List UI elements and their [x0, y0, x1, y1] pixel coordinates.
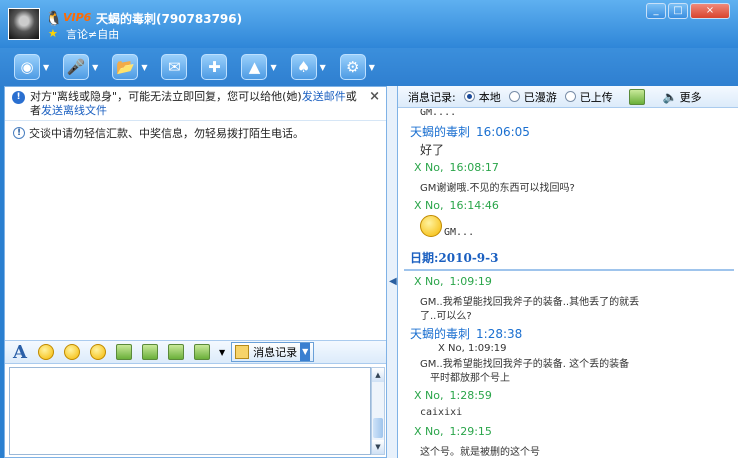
info-icon: !	[13, 127, 25, 139]
radio-local[interactable]: 本地	[463, 89, 501, 105]
export-icon[interactable]	[628, 88, 645, 105]
panel-splitter[interactable]: ◀	[387, 86, 397, 458]
shake-icon[interactable]	[89, 343, 107, 361]
chevron-down-icon[interactable]: ▼	[320, 63, 326, 72]
magic-emoji-icon[interactable]	[63, 343, 81, 361]
log-sender-line: X No, 1:29:15	[414, 425, 492, 438]
message-record-icon	[235, 345, 250, 359]
input-toolbar: A ▼ 消息记录 ▼	[5, 340, 386, 364]
star-icon: ★	[48, 27, 58, 40]
log-line: X No, 1:09:19	[438, 343, 507, 354]
chevron-down-icon[interactable]: ▼	[219, 348, 225, 357]
scroll-down-icon[interactable]: ▼	[372, 440, 384, 454]
qq-status-icon: 🐧	[45, 11, 63, 27]
collapse-arrow-icon[interactable]: ◀	[389, 276, 397, 287]
message-record-label: 消息记录	[253, 346, 298, 359]
log-line: 好了	[420, 143, 445, 157]
log-sender-line: X No, 16:08:17	[414, 161, 499, 174]
date-divider	[404, 269, 734, 271]
chevron-down-icon[interactable]: ▼	[300, 343, 311, 361]
webcam-icon[interactable]: ◉	[14, 54, 40, 80]
chat-panel: ! 对方"离线或隐身"，可能无法立即回复，您可以给他(她)发送邮件或者发送离线文…	[4, 86, 387, 458]
notice-text: 对方"离线或隐身"，可能无法立即回复，您可以给他(她)	[30, 90, 302, 103]
log-line: GM...	[444, 227, 475, 238]
maximize-button[interactable]: □	[668, 3, 688, 19]
close-icon[interactable]: ×	[369, 89, 380, 104]
emoji-icon[interactable]	[37, 343, 55, 361]
chevron-down-icon[interactable]: ▼	[270, 63, 276, 72]
log-sender-line: X No, 1:28:59	[414, 389, 492, 402]
log-line: 这个号。就是被删的这个号	[420, 447, 540, 458]
history-panel: 消息记录: 本地 已漫游 已上传 🔈 更多 GM.... 天蝎的毒刺 16:06:…	[397, 86, 738, 458]
doodle-icon[interactable]	[141, 343, 159, 361]
scroll-up-icon[interactable]: ▲	[372, 368, 384, 382]
fraud-warning-text: 交谈中请勿轻信汇款、中奖信息，勿轻易拨打陌生电话。	[29, 127, 304, 140]
speaker-icon[interactable]: 🔈	[663, 90, 678, 104]
screenshot-icon[interactable]	[193, 343, 211, 361]
history-label: 消息记录:	[408, 90, 456, 104]
folder-icon[interactable]: 📂	[112, 54, 139, 80]
vip-badge: VIP6	[63, 11, 92, 24]
offline-notice: ! 对方"离线或隐身"，可能无法立即回复，您可以给他(她)发送邮件或者发送离线文…	[5, 87, 386, 121]
log-sender-line: X No, 1:09:19	[414, 275, 492, 288]
fraud-warning: ! 交谈中请勿轻信汇款、中奖信息，勿轻易拨打陌生电话。	[13, 125, 304, 141]
contact-nickname: 天蝎的毒刺(790783796)	[96, 12, 243, 26]
info-icon: !	[12, 91, 25, 104]
close-button[interactable]: ×	[690, 3, 730, 19]
log-sender-line: 天蝎的毒刺 16:06:05	[410, 125, 530, 139]
chevron-down-icon[interactable]: ▼	[141, 63, 147, 72]
contact-signature: 言论≠自由	[66, 28, 120, 41]
share-icon[interactable]: ▲	[241, 54, 268, 80]
log-line: caixixi	[420, 407, 463, 418]
settings-icon[interactable]: ⚙	[339, 54, 366, 80]
log-line: GM谢谢哦.不见的东西可以找回吗?	[420, 183, 575, 194]
avatar[interactable]	[8, 8, 40, 40]
font-icon[interactable]: A	[11, 342, 29, 363]
log-line: GM....	[420, 109, 457, 118]
log-sender-line: 天蝎的毒刺 1:28:38	[410, 327, 523, 341]
send-mail-link[interactable]: 发送邮件	[302, 90, 346, 103]
log-sender-line: X No, 16:14:46	[414, 199, 499, 212]
log-line: 了..可以么?	[420, 311, 472, 322]
send-offline-file-link[interactable]: 发送离线文件	[41, 104, 107, 117]
chevron-down-icon[interactable]: ▼	[369, 63, 375, 72]
image-icon[interactable]	[115, 343, 133, 361]
title-bar: 🐧 VIP6 天蝎的毒刺(790783796) ★ 言论≠自由 _ □ ×	[0, 0, 738, 48]
mic-icon[interactable]: 🎤	[63, 54, 90, 80]
message-log: GM.... 天蝎的毒刺 16:06:05 好了 X No, 16:08:17 GM…	[398, 109, 738, 458]
history-header: 消息记录: 本地 已漫游 已上传 🔈 更多	[398, 86, 738, 108]
music-icon[interactable]	[167, 343, 185, 361]
radio-roamed[interactable]: 已漫游	[508, 89, 557, 105]
radio-uploaded[interactable]: 已上传	[564, 89, 613, 105]
log-date: 日期:2010-9-3	[410, 251, 499, 265]
input-scrollbar[interactable]: ▲ ▼	[371, 367, 385, 455]
chevron-down-icon[interactable]: ▼	[92, 63, 98, 72]
scroll-thumb[interactable]	[373, 418, 383, 438]
more-link[interactable]: 更多	[680, 89, 702, 105]
log-line: GM..我希望能找回我斧子的装备..其他丢了的就丢	[420, 297, 640, 308]
chevron-down-icon[interactable]: ▼	[43, 63, 49, 72]
log-line: GM..我希望能找回我斧子的装备. 这个丢的装备	[420, 359, 630, 370]
mail-icon[interactable]: ✉	[161, 54, 188, 80]
game-icon[interactable]: ♠	[290, 54, 317, 80]
message-record-button[interactable]: 消息记录 ▼	[231, 342, 315, 362]
message-input[interactable]	[9, 367, 371, 455]
log-line: 平时都放那个号上	[430, 373, 510, 384]
emoji-icon	[420, 215, 442, 237]
add-icon[interactable]: ✚	[201, 54, 228, 80]
minimize-button[interactable]: _	[646, 3, 666, 19]
chat-toolbar: ◉ ▼ 🎤 ▼ 📂 ▼ ✉ ✚ ▲ ▼ ♠ ▼ ⚙ ▼	[0, 48, 738, 86]
